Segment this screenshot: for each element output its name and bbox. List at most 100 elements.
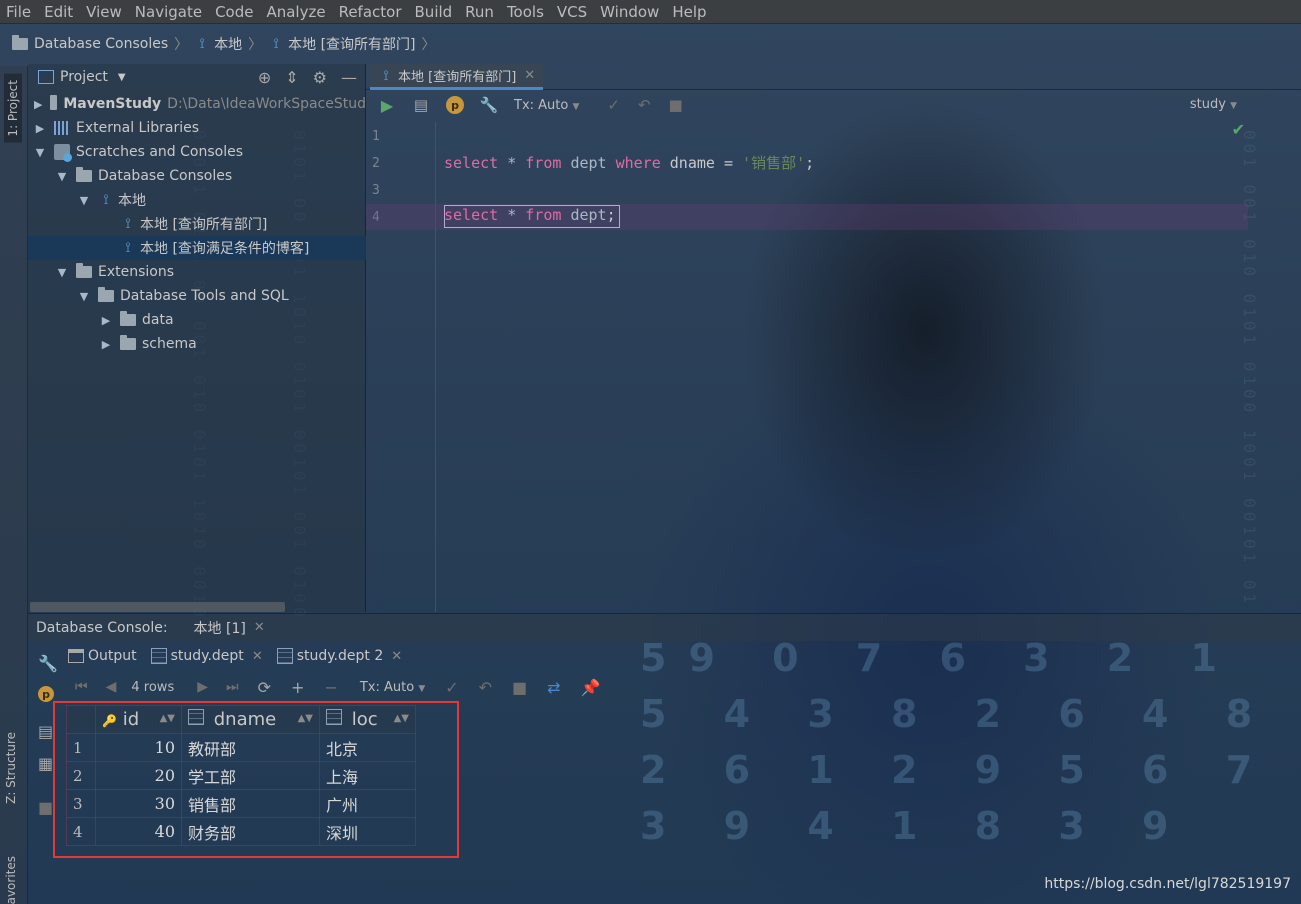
collapse-all-icon[interactable]: ⇕: [285, 68, 298, 87]
console-icon: ⟟: [383, 67, 389, 84]
breadcrumb-local[interactable]: ⟟ 本地: [194, 34, 243, 54]
tree-item-label: 本地 [查询所有部门]: [140, 217, 268, 233]
expand-arrow-icon[interactable]: ▶: [100, 314, 112, 327]
tab-project[interactable]: 1: Project: [4, 74, 22, 143]
close-icon[interactable]: ✕: [524, 68, 535, 83]
expand-arrow-icon[interactable]: ▶: [34, 98, 42, 111]
horizontal-scrollbar[interactable]: [30, 602, 285, 612]
add-row-icon[interactable]: +: [291, 678, 304, 697]
tab-session[interactable]: 本地 [1] ✕: [194, 618, 265, 638]
menu-file[interactable]: File: [4, 3, 37, 21]
stop-icon[interactable]: ■: [38, 798, 53, 817]
tree-item-mavenstudy[interactable]: ▶ MavenStudy D:\Data\IdeaWorkSpaceStud: [28, 92, 366, 116]
tree-item-scratches[interactable]: ▼ Scratches and Consoles: [28, 140, 366, 164]
close-icon[interactable]: ✕: [254, 620, 265, 635]
chevron-right-icon: 〉: [248, 37, 263, 53]
locate-icon[interactable]: ⊕: [258, 68, 271, 87]
tab-favorites[interactable]: avorites: [4, 856, 18, 904]
gear-icon[interactable]: ⚙: [313, 68, 327, 87]
database-console-header: Database Console: 本地 [1] ✕: [28, 613, 1301, 641]
last-page-icon[interactable]: ⏭: [226, 679, 239, 695]
close-icon[interactable]: ✕: [391, 649, 402, 664]
schema-selector[interactable]: study ▼: [1190, 97, 1237, 112]
profile-badge[interactable]: p: [442, 94, 468, 116]
token-table: dept: [570, 154, 607, 172]
tree-item-database-consoles[interactable]: ▼ Database Consoles: [28, 164, 366, 188]
commit-icon[interactable]: ✓: [445, 678, 458, 697]
menu-refactor[interactable]: Refactor: [337, 3, 408, 21]
wrench-icon[interactable]: 🔧: [38, 654, 58, 673]
session-tab-label: 本地 [1]: [193, 620, 246, 637]
code-line-2[interactable]: select * from dept where dname = '销售部';: [444, 152, 814, 173]
menu-navigate[interactable]: Navigate: [133, 3, 208, 21]
tree-item-console-blogs[interactable]: ⟟ 本地 [查询满足条件的博客]: [28, 236, 366, 260]
chevron-down-icon: ▼: [1230, 101, 1237, 111]
stop-icon[interactable]: ■: [512, 678, 527, 697]
layout-icon[interactable]: ▦: [38, 754, 53, 773]
menu-window[interactable]: Window: [598, 3, 665, 21]
collapse-arrow-icon[interactable]: ▼: [34, 146, 46, 159]
token-operator: =: [723, 154, 733, 172]
previous-page-icon[interactable]: ◀: [106, 679, 117, 695]
module-folder-icon: [50, 95, 58, 110]
tab-structure[interactable]: Z: Structure: [4, 732, 18, 804]
refresh-icon[interactable]: ⟳: [258, 678, 271, 697]
token-string: 销售部: [751, 154, 797, 172]
tx-mode-label: Tx: Auto: [514, 97, 569, 113]
menu-tools[interactable]: Tools: [505, 3, 550, 21]
rollback-icon[interactable]: ↶: [479, 678, 492, 697]
tree-item-label: 本地: [118, 193, 146, 209]
collapse-arrow-icon[interactable]: ▼: [56, 266, 68, 279]
editor-toolbar: ▶ ▤ p 🔧 Tx: Auto ▼ ✓↶■ study ▼ ✔: [366, 90, 1301, 140]
compare-icon[interactable]: ⇄: [547, 678, 560, 697]
tree-item-extensions[interactable]: ▼ Extensions: [28, 260, 366, 284]
expand-arrow-icon[interactable]: ▶: [100, 338, 112, 351]
token-quote: ': [742, 154, 752, 172]
tree-item-database-tools[interactable]: ▼ Database Tools and SQL: [28, 284, 366, 308]
tree-item-console-all-depts[interactable]: ⟟ 本地 [查询所有部门]: [28, 212, 366, 236]
tab-study-dept-2[interactable]: study.dept 2 ✕: [275, 648, 404, 664]
pin-icon[interactable]: 📌: [581, 678, 601, 697]
project-panel-title[interactable]: Project: [60, 69, 108, 85]
menu-run[interactable]: Run: [463, 3, 500, 21]
tree-item-schema[interactable]: ▶ schema: [28, 332, 366, 356]
tab-console-all-depts[interactable]: ⟟ 本地 [查询所有部门] ✕: [370, 64, 544, 90]
menu-edit[interactable]: Edit: [42, 3, 79, 21]
collapse-arrow-icon[interactable]: ▼: [78, 194, 90, 207]
breadcrumb-database-consoles[interactable]: Database Consoles: [12, 35, 168, 52]
p-badge: p: [38, 686, 54, 702]
output-icon: [68, 649, 84, 663]
collapse-arrow-icon[interactable]: ▼: [56, 170, 68, 183]
schema-label: study: [1189, 97, 1226, 112]
line-number: 3: [372, 183, 380, 198]
p-icon[interactable]: p: [38, 686, 54, 702]
history-icon[interactable]: ▤: [38, 722, 53, 741]
next-page-icon[interactable]: ▶: [197, 679, 208, 695]
wrench-icon[interactable]: 🔧: [476, 94, 502, 116]
menu-vcs[interactable]: VCS: [555, 3, 593, 21]
collapse-arrow-icon[interactable]: ▼: [78, 290, 90, 303]
menu-build[interactable]: Build: [413, 3, 459, 21]
history-icon[interactable]: ▤: [408, 94, 434, 116]
tree-item-local[interactable]: ▼ ⟟ 本地: [28, 188, 366, 212]
breadcrumb-current-console[interactable]: ⟟ 本地 [查询所有部门]: [268, 34, 416, 54]
execute-icon[interactable]: ▶: [374, 94, 400, 116]
menu-code[interactable]: Code: [213, 3, 259, 21]
tree-item-data[interactable]: ▶ data: [28, 308, 366, 332]
menu-analyze[interactable]: Analyze: [264, 3, 331, 21]
expand-arrow-icon[interactable]: ▶: [34, 122, 46, 135]
scratches-icon: [54, 144, 72, 162]
left-tool-strip: 1: Project Z: Structure avorites: [0, 66, 28, 904]
menu-help[interactable]: Help: [670, 3, 712, 21]
minimize-icon[interactable]: —: [341, 68, 357, 87]
result-tx-mode-dropdown[interactable]: Tx: Auto ▼: [360, 680, 425, 695]
menu-view[interactable]: View: [84, 3, 128, 21]
first-page-icon[interactable]: ⏮: [75, 679, 88, 695]
chevron-down-icon[interactable]: ▼: [118, 72, 126, 83]
tab-output[interactable]: Output: [66, 648, 139, 664]
close-icon[interactable]: ✕: [252, 649, 263, 664]
tab-study-dept[interactable]: study.dept ✕: [149, 648, 265, 664]
tx-mode-dropdown[interactable]: Tx: Auto ▼: [514, 98, 579, 113]
remove-row-icon[interactable]: −: [324, 678, 337, 697]
tree-item-external-libraries[interactable]: ▶ External Libraries: [28, 116, 366, 140]
